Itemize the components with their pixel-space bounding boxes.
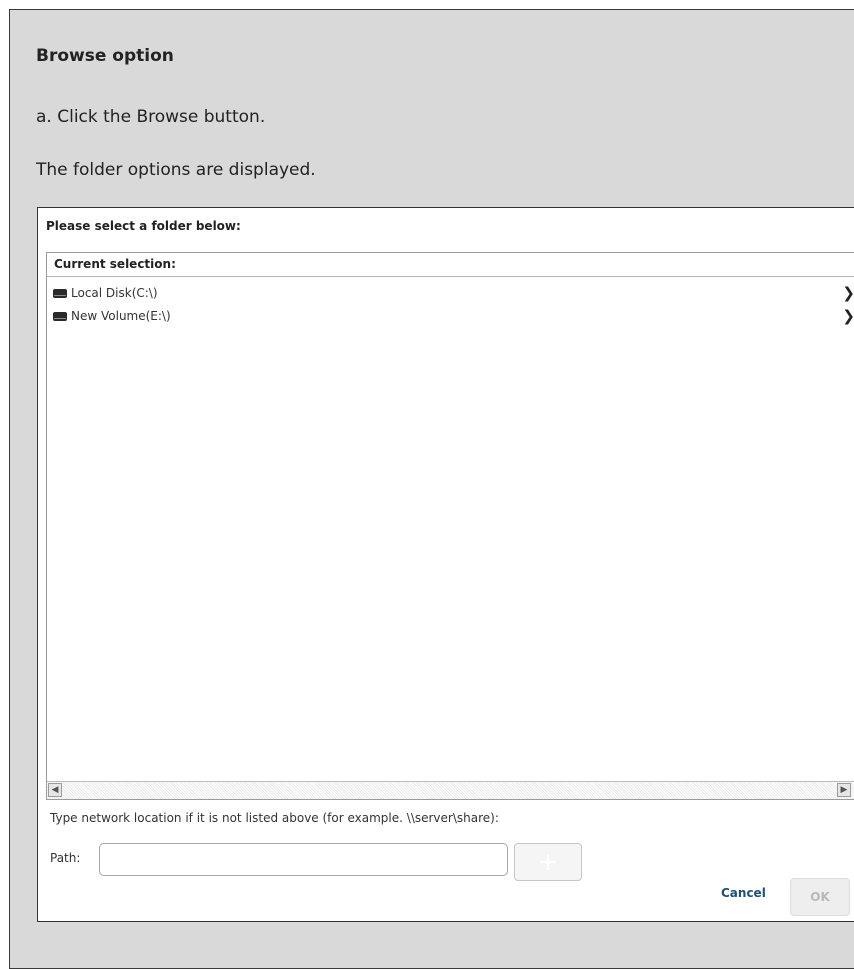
folder-item-new-volume[interactable]: New Volume(E:\) ❯ [53, 306, 854, 326]
path-label: Path: [50, 851, 81, 865]
plus-icon: + [537, 847, 559, 877]
scroll-left-icon[interactable]: ◀ [48, 783, 62, 797]
add-path-button[interactable]: + [514, 843, 582, 881]
folder-list-panel: Current selection: Local Disk(C:\) ❯ New… [46, 252, 854, 800]
cancel-button[interactable]: Cancel [721, 886, 766, 900]
horizontal-scrollbar[interactable]: ◀ ▶ [47, 781, 854, 799]
dialog-title: Please select a folder below: [46, 219, 241, 233]
drive-icon [53, 311, 67, 321]
drive-icon [53, 288, 67, 298]
chevron-right-icon[interactable]: ❯ [842, 306, 854, 326]
step-instruction: a. Click the Browse button. [36, 107, 266, 127]
scroll-right-icon[interactable]: ▶ [837, 783, 851, 797]
folder-browse-dialog: Please select a folder below: Current se… [37, 207, 854, 922]
network-location-hint: Type network location if it is not liste… [50, 811, 499, 825]
ok-button[interactable]: OK [790, 878, 850, 916]
step-description: The folder options are displayed. [36, 160, 316, 180]
chevron-right-icon[interactable]: ❯ [842, 283, 854, 303]
folder-item-label: New Volume(E:\) [71, 309, 171, 323]
folder-item-local-disk[interactable]: Local Disk(C:\) ❯ [53, 283, 854, 303]
section-heading: Browse option [36, 46, 174, 66]
folder-item-label: Local Disk(C:\) [71, 286, 158, 300]
current-selection-header: Current selection: [47, 253, 854, 277]
path-input[interactable] [99, 843, 508, 876]
